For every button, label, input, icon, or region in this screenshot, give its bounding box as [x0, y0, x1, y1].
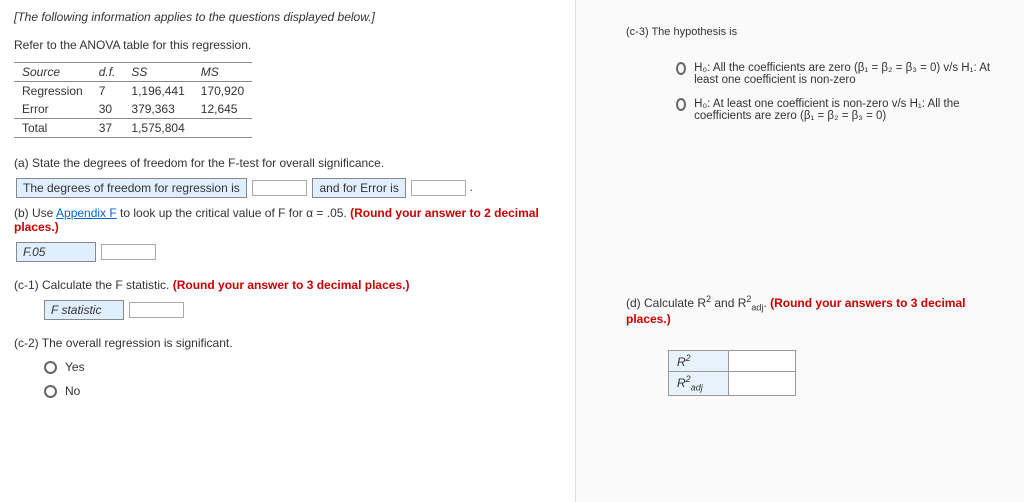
context-note: [The following information applies to th… [14, 10, 561, 24]
rsq-input[interactable] [737, 353, 787, 369]
question-c1: (c-1) Calculate the F statistic. (Round … [14, 278, 561, 292]
text: (c-1) Calculate the F statistic. [14, 278, 173, 292]
label-box: F.05 [16, 242, 96, 262]
rsq-adj-label: R2adj [669, 372, 729, 395]
df-regression-input[interactable] [252, 180, 307, 196]
radio-yes[interactable]: Yes [44, 360, 561, 374]
cell: 30 [91, 100, 124, 119]
text: (d) Calculate R [626, 296, 706, 310]
question-c3: (c-3) The hypothesis is [626, 26, 1006, 38]
df-error-input[interactable] [411, 180, 466, 196]
col-ms: MS [193, 63, 252, 82]
cell: 379,363 [123, 100, 192, 119]
rsq-table: R2 R2adj [668, 350, 796, 395]
lead-text: Refer to the ANOVA table for this regres… [14, 38, 561, 52]
cell: Total [14, 119, 91, 138]
f-statistic-input[interactable] [129, 302, 184, 318]
col-ss: SS [123, 63, 192, 82]
sub: adj [691, 383, 703, 393]
label-box: and for Error is [312, 178, 405, 198]
radio-label: No [65, 384, 80, 398]
cell: 37 [91, 119, 124, 138]
cell: 1,196,441 [123, 82, 192, 101]
radio-icon [44, 361, 57, 374]
col-df: d.f. [91, 63, 124, 82]
label-box: F statistic [44, 300, 124, 320]
text: to look up the critical value of F for α… [117, 206, 350, 220]
round-note: (Round your answer to 3 decimal places.) [173, 278, 410, 292]
question-a: (a) State the degrees of freedom for the… [14, 156, 561, 170]
radio-icon [676, 62, 686, 75]
table-row: Total 37 1,575,804 [14, 119, 252, 138]
table-row: Error 30 379,363 12,645 [14, 100, 252, 119]
question-d: (d) Calculate R2 and R2adj. (Round your … [626, 294, 1006, 326]
question-b: (b) Use Appendix F to look up the critic… [14, 206, 561, 234]
cell: Regression [14, 82, 91, 101]
radio-icon [676, 98, 686, 111]
cell: 1,575,804 [123, 119, 192, 138]
table-row: R2adj [669, 372, 796, 395]
sup: 2 [686, 353, 691, 363]
rsq-label: R2 [669, 351, 729, 372]
radio-no[interactable]: No [44, 384, 561, 398]
question-c2: (c-2) The overall regression is signific… [14, 336, 561, 350]
appendix-link[interactable]: Appendix F [56, 206, 117, 220]
radio-hypothesis-2[interactable]: H₀: At least one coefficient is non-zero… [676, 98, 1006, 122]
cell: Error [14, 100, 91, 119]
radio-label: H₀: At least one coefficient is non-zero… [694, 98, 1006, 122]
cell: 170,920 [193, 82, 252, 101]
label-box: The degrees of freedom for regression is [16, 178, 247, 198]
text: and R [711, 296, 746, 310]
text: (b) Use [14, 206, 56, 220]
radio-hypothesis-1[interactable]: H₀: All the coefficients are zero (β₁ = … [676, 62, 1006, 86]
cell: 7 [91, 82, 124, 101]
radio-label: Yes [65, 360, 85, 374]
sub: adj [751, 302, 763, 312]
cell [193, 119, 252, 138]
cell: 12,645 [193, 100, 252, 119]
rsq-adj-input[interactable] [737, 376, 787, 392]
col-source: Source [14, 63, 91, 82]
f-critical-input[interactable] [101, 244, 156, 260]
radio-icon [44, 385, 57, 398]
table-row: R2 [669, 351, 796, 372]
table-row: Regression 7 1,196,441 170,920 [14, 82, 252, 101]
radio-label: H₀: All the coefficients are zero (β₁ = … [694, 62, 1006, 86]
anova-table: Source d.f. SS MS Regression 7 1,196,441… [14, 62, 252, 138]
